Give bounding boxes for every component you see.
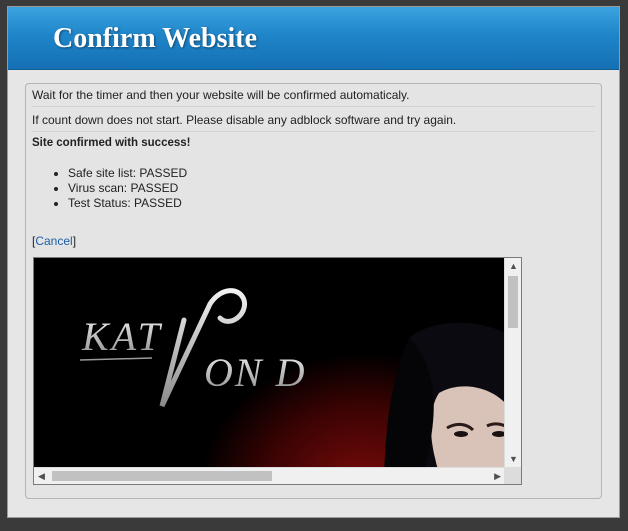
success-message: Site confirmed with success! (32, 137, 191, 149)
model-portrait (384, 322, 505, 468)
check-virus-scan: Virus scan: PASSED (68, 181, 187, 196)
timer-message: Wait for the timer and then your website… (32, 88, 595, 107)
horizontal-scroll-thumb[interactable] (52, 471, 272, 481)
confirm-window: Confirm Website Wait for the timer and t… (7, 6, 620, 518)
cancel-bracket-close: ] (72, 234, 77, 248)
check-test-status: Test Status: PASSED (68, 196, 187, 211)
ad-frame[interactable]: KAT ON D ▲ ▼ ◀ ▶ (33, 257, 522, 485)
scroll-up-icon[interactable]: ▲ (509, 262, 518, 271)
vertical-scrollbar[interactable]: ▲ ▼ (504, 258, 521, 468)
check-list: Safe site list: PASSED Virus scan: PASSE… (50, 166, 187, 211)
check-safe-site: Safe site list: PASSED (68, 166, 187, 181)
cancel-link[interactable]: Cancel (35, 234, 72, 248)
page-title: Confirm Website (53, 23, 258, 54)
logo-kat-text: KAT (81, 314, 163, 359)
header-bar: Confirm Website (8, 7, 619, 70)
horizontal-scrollbar[interactable]: ◀ ▶ (34, 467, 505, 484)
logo-von-text: ON D (204, 350, 306, 395)
scroll-left-icon[interactable]: ◀ (38, 472, 45, 481)
scrollbar-corner (504, 467, 521, 484)
content-panel: Wait for the timer and then your website… (25, 83, 602, 499)
scroll-down-icon[interactable]: ▼ (509, 455, 518, 464)
ad-banner[interactable]: KAT ON D (34, 258, 505, 468)
adblock-message: If count down does not start. Please dis… (32, 113, 595, 132)
scroll-right-icon[interactable]: ▶ (494, 472, 501, 481)
vertical-scroll-thumb[interactable] (508, 276, 518, 328)
cancel-row: [Cancel] (32, 234, 595, 248)
